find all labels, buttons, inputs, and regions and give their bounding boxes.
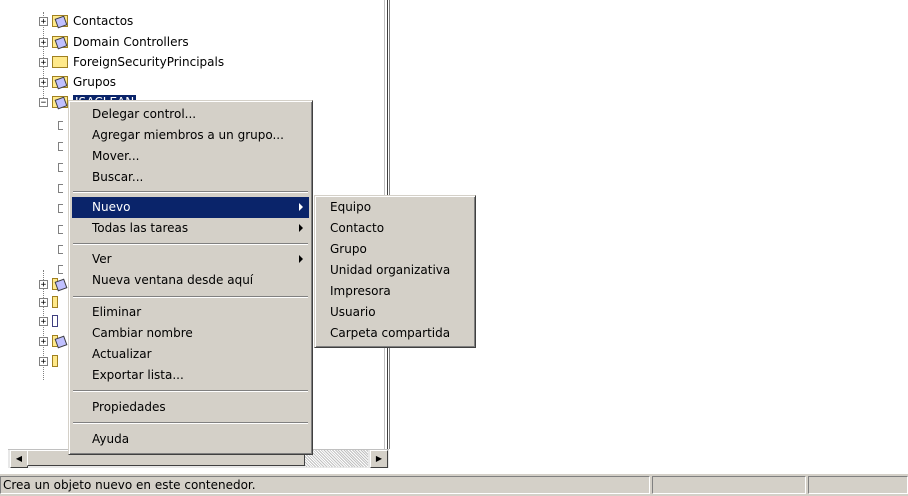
- expand-icon[interactable]: [58, 162, 63, 172]
- document-icon: [52, 315, 58, 327]
- status-text: Crea un objeto nuevo en este contenedor.: [0, 476, 650, 494]
- tree-item-domain-controllers[interactable]: + Domain Controllers: [39, 33, 189, 51]
- expand-icon[interactable]: +: [39, 316, 48, 326]
- folder-icon: [52, 56, 68, 68]
- menu-item-buscar[interactable]: Buscar...: [72, 167, 309, 188]
- menu-item-todas-las-tareas[interactable]: Todas las tareas: [72, 218, 309, 239]
- expand-icon[interactable]: +: [39, 37, 48, 47]
- expand-icon[interactable]: +: [39, 57, 48, 67]
- submenu-item-impresora[interactable]: Impresora: [318, 281, 472, 302]
- menu-item-label: Ver: [92, 252, 112, 266]
- tree-child-item[interactable]: [58, 220, 63, 238]
- scroll-right-button[interactable]: ▶: [370, 450, 388, 468]
- expand-icon[interactable]: +: [39, 279, 48, 289]
- menu-separator: [73, 390, 308, 392]
- status-panel: [808, 476, 908, 494]
- menu-item-mover[interactable]: Mover...: [72, 146, 309, 167]
- expand-icon[interactable]: [58, 141, 63, 151]
- menu-item-exportar-lista[interactable]: Exportar lista...: [72, 365, 309, 386]
- menu-item-ayuda[interactable]: Ayuda: [72, 429, 309, 450]
- tree-item-label: Grupos: [73, 75, 117, 89]
- folder-icon: [52, 278, 58, 290]
- status-bar: Crea un objeto nuevo en este contenedor.: [0, 473, 908, 496]
- menu-item-nueva-ventana[interactable]: Nueva ventana desde aquí: [72, 270, 309, 291]
- expand-icon[interactable]: [58, 224, 63, 234]
- tree-child-item[interactable]: [58, 260, 63, 278]
- expand-icon[interactable]: +: [39, 297, 48, 307]
- expand-icon[interactable]: +: [39, 336, 48, 346]
- expand-icon[interactable]: +: [39, 16, 48, 26]
- status-panel: [652, 476, 806, 494]
- expand-icon[interactable]: [58, 183, 63, 193]
- menu-item-ver[interactable]: Ver: [72, 249, 309, 270]
- menu-item-agregar-miembros[interactable]: Agregar miembros a un grupo...: [72, 125, 309, 146]
- folder-icon: [52, 355, 58, 367]
- submenu-arrow-icon: [299, 224, 303, 232]
- menu-item-label: Todas las tareas: [92, 221, 189, 235]
- tree-child-item[interactable]: [58, 137, 63, 155]
- expand-icon[interactable]: +: [39, 77, 48, 87]
- tree-child-item[interactable]: [58, 179, 63, 197]
- tree-item-hidden[interactable]: +: [39, 332, 58, 350]
- menu-item-cambiar-nombre[interactable]: Cambiar nombre: [72, 323, 309, 344]
- menu-item-eliminar[interactable]: Eliminar: [72, 302, 309, 323]
- folder-icon: [52, 36, 68, 48]
- tree-child-item[interactable]: [58, 199, 63, 217]
- expand-icon[interactable]: [58, 203, 63, 213]
- tree-child-item[interactable]: [58, 116, 63, 134]
- tree-item-foreign-security-principals[interactable]: + ForeignSecurityPrincipals: [39, 53, 224, 71]
- expand-icon[interactable]: [58, 244, 63, 254]
- folder-icon: [52, 76, 68, 88]
- scroll-track[interactable]: [305, 450, 368, 467]
- tree-item-contactos[interactable]: + Contactos: [39, 12, 133, 30]
- submenu-arrow-icon: [299, 255, 303, 263]
- tree-child-item[interactable]: [58, 158, 63, 176]
- menu-item-nuevo[interactable]: Nuevo: [72, 197, 309, 218]
- submenu-item-carpeta-compartida[interactable]: Carpeta compartida: [318, 323, 472, 344]
- tree-child-item[interactable]: [58, 240, 63, 258]
- menu-item-label: Nuevo: [92, 200, 131, 214]
- scroll-left-button[interactable]: ◀: [10, 450, 28, 468]
- context-menu: Delegar control... Agregar miembros a un…: [68, 100, 313, 455]
- menu-separator: [73, 296, 308, 298]
- folder-icon: [52, 335, 58, 347]
- tree-item-hidden[interactable]: +: [39, 275, 58, 293]
- submenu-item-unidad-organizativa[interactable]: Unidad organizativa: [318, 260, 472, 281]
- menu-item-propiedades[interactable]: Propiedades: [72, 397, 309, 418]
- folder-icon: [52, 15, 68, 27]
- tree-item-label: Contactos: [73, 14, 134, 28]
- menu-item-actualizar[interactable]: Actualizar: [72, 344, 309, 365]
- folder-icon: [52, 96, 68, 108]
- tree-item-hidden[interactable]: +: [39, 312, 58, 330]
- tree-item-grupos[interactable]: + Grupos: [39, 73, 116, 91]
- tree-item-hidden[interactable]: +: [39, 293, 58, 311]
- submenu-item-equipo[interactable]: Equipo: [318, 197, 472, 218]
- expand-icon[interactable]: [58, 264, 63, 274]
- tree-item-label: ForeignSecurityPrincipals: [73, 55, 225, 69]
- menu-separator: [73, 191, 308, 193]
- submenu-arrow-icon: [299, 203, 303, 211]
- folder-icon: [52, 296, 58, 308]
- expand-icon[interactable]: +: [39, 356, 48, 366]
- submenu-nuevo: Equipo Contacto Grupo Unidad organizativ…: [314, 195, 476, 348]
- menu-separator: [73, 422, 308, 424]
- menu-item-delegar-control[interactable]: Delegar control...: [72, 104, 309, 125]
- collapse-icon[interactable]: −: [39, 97, 48, 107]
- tree-item-hidden[interactable]: +: [39, 352, 58, 370]
- tree-item-label: Domain Controllers: [73, 35, 189, 49]
- submenu-item-usuario[interactable]: Usuario: [318, 302, 472, 323]
- menu-separator: [73, 243, 308, 245]
- submenu-item-grupo[interactable]: Grupo: [318, 239, 472, 260]
- submenu-item-contacto[interactable]: Contacto: [318, 218, 472, 239]
- expand-icon[interactable]: [58, 120, 63, 130]
